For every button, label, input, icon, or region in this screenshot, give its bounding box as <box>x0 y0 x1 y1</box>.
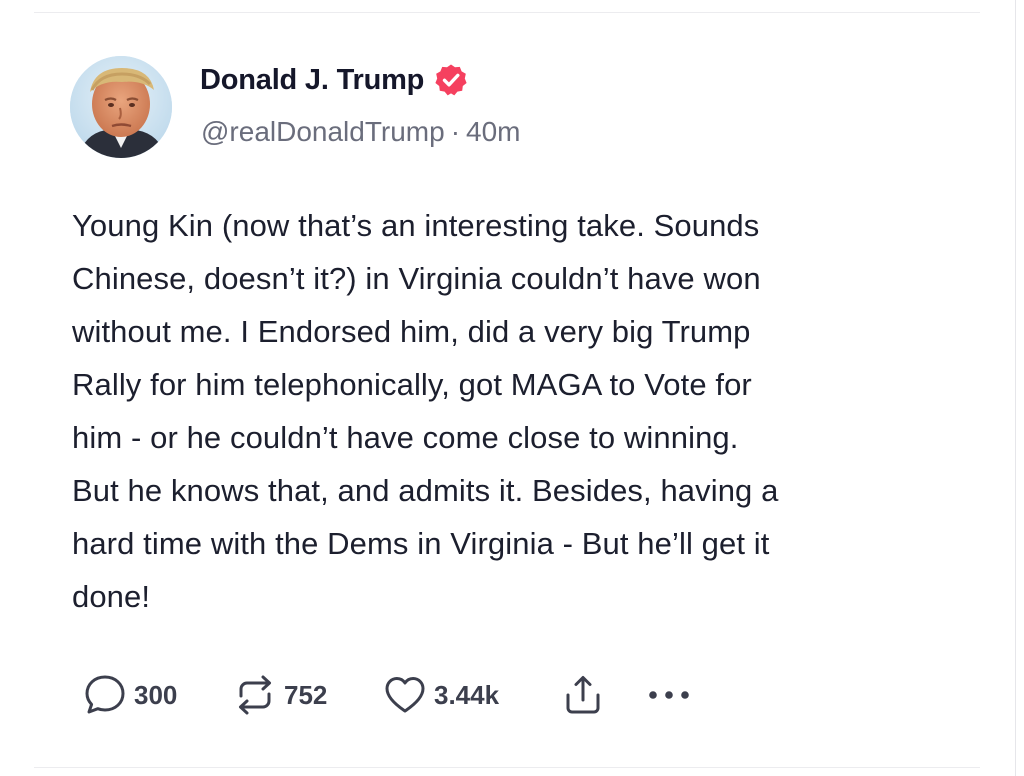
share-upload-icon <box>560 672 606 718</box>
repost-button[interactable]: 752 <box>232 672 382 718</box>
post-body-line: him - or he couldn’t have come close to … <box>72 420 739 455</box>
post-body-line: Rally for him telephonically, got MAGA t… <box>72 367 752 402</box>
top-divider <box>34 12 980 13</box>
verified-badge-icon <box>434 63 468 97</box>
more-options-button[interactable] <box>644 672 694 718</box>
bottom-divider <box>34 767 980 768</box>
avatar[interactable] <box>70 56 172 158</box>
author-display-name[interactable]: Donald J. Trump <box>200 64 424 97</box>
post-meta: @realDonaldTrump · 40m <box>201 116 521 148</box>
post-body-line: done! <box>72 579 151 614</box>
like-count: 3.44k <box>434 679 500 710</box>
repost-arrows-icon <box>232 672 278 718</box>
post-timestamp[interactable]: 40m <box>466 116 520 147</box>
share-button[interactable] <box>560 672 644 718</box>
reply-count: 300 <box>134 679 178 710</box>
more-dots-icon <box>644 672 694 718</box>
post-body-line: hard time with the Dems in Virginia - Bu… <box>72 526 770 561</box>
post-body-line: without me. I Endorsed him, did a very b… <box>72 314 751 349</box>
post-body-line: Young Kin (now that’s an interesting tak… <box>72 208 760 243</box>
post-actions: 300 752 3.44k <box>82 672 694 718</box>
author-handle[interactable]: @realDonaldTrump <box>201 116 445 147</box>
right-edge-divider <box>1015 0 1016 776</box>
repost-count: 752 <box>284 679 328 710</box>
post-body: Young Kin (now that’s an interesting tak… <box>72 199 972 623</box>
like-button[interactable]: 3.44k <box>382 672 560 718</box>
reply-button[interactable]: 300 <box>82 672 232 718</box>
avatar-portrait <box>70 56 172 158</box>
post-body-line: Chinese, doesn’t it?) in Virginia couldn… <box>72 261 761 296</box>
post-page: Donald J. Trump @realDonaldTrump · 40m You… <box>0 0 1024 776</box>
speech-bubble-icon <box>82 672 128 718</box>
author-row: Donald J. Trump <box>200 58 468 102</box>
meta-separator: · <box>450 116 461 147</box>
heart-icon <box>382 672 428 718</box>
post-body-line: But he knows that, and admits it. Beside… <box>72 473 779 508</box>
